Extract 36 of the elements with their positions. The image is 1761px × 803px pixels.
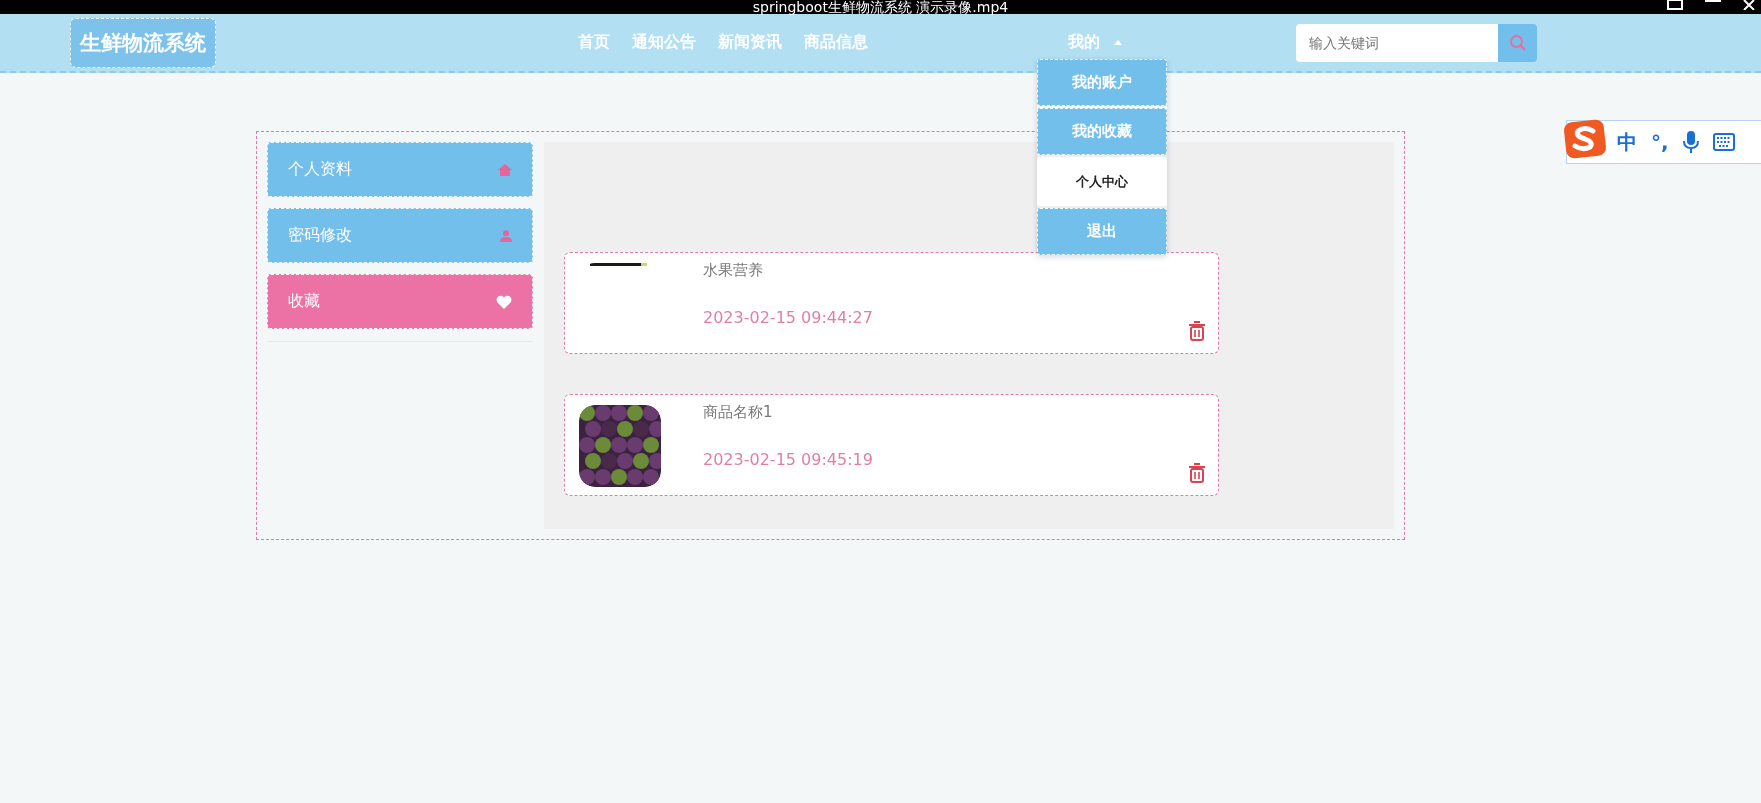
- close-icon[interactable]: [1743, 0, 1755, 10]
- keyboard-icon[interactable]: [1712, 133, 1735, 151]
- search-icon: [1508, 33, 1527, 52]
- favorite-name: 商品名称1: [703, 403, 774, 422]
- menu-item[interactable]: 我的账户: [1037, 59, 1167, 106]
- house-icon: [498, 163, 512, 176]
- s-logo-icon[interactable]: [1563, 119, 1607, 159]
- input-mode[interactable]: 中: [1617, 128, 1637, 156]
- minimize-icon[interactable]: [1705, 0, 1721, 4]
- sidebar-item[interactable]: 收藏: [267, 274, 533, 329]
- heart-icon: [496, 294, 512, 309]
- menu-item[interactable]: 退出: [1037, 208, 1167, 255]
- favorite-card[interactable]: 水果营养 2023-02-15 09:44:27: [564, 252, 1219, 354]
- nav-link[interactable]: 新闻资讯: [718, 32, 782, 53]
- nav-link[interactable]: 商品信息: [804, 32, 868, 53]
- video-title: springboot生鲜物流系统 演示录像.mp4: [752, 0, 1009, 14]
- favorite-time: 2023-02-15 09:44:27: [703, 308, 873, 327]
- site-logo[interactable]: 生鲜物流系统: [70, 17, 216, 68]
- favorite-name: 水果营养: [703, 261, 764, 280]
- caret-icon: [1114, 40, 1122, 45]
- sidebar-item[interactable]: 密码修改: [267, 208, 533, 263]
- menu-item[interactable]: 个人中心: [1037, 157, 1167, 206]
- menu-item[interactable]: 我的收藏: [1037, 108, 1167, 155]
- sidebar-item[interactable]: 个人资料: [267, 142, 533, 197]
- favorite-card[interactable]: 商品名称1 2023-02-15 09:45:19: [564, 394, 1219, 496]
- microphone-icon[interactable]: [1682, 131, 1699, 153]
- user-icon: [500, 229, 512, 242]
- trash-icon[interactable]: [1188, 463, 1206, 483]
- restore-icon[interactable]: [1667, 0, 1683, 10]
- punctuation-mode[interactable]: °,: [1651, 130, 1669, 154]
- nav-link[interactable]: 首页: [578, 32, 610, 53]
- search-field[interactable]: 输入关键词: [1296, 23, 1498, 62]
- favorite-time: 2023-02-15 09:45:19: [703, 450, 873, 469]
- trash-icon[interactable]: [1188, 321, 1206, 341]
- account-menu-link[interactable]: 我的: [1068, 32, 1122, 53]
- nav-link[interactable]: 通知公告: [632, 32, 696, 53]
